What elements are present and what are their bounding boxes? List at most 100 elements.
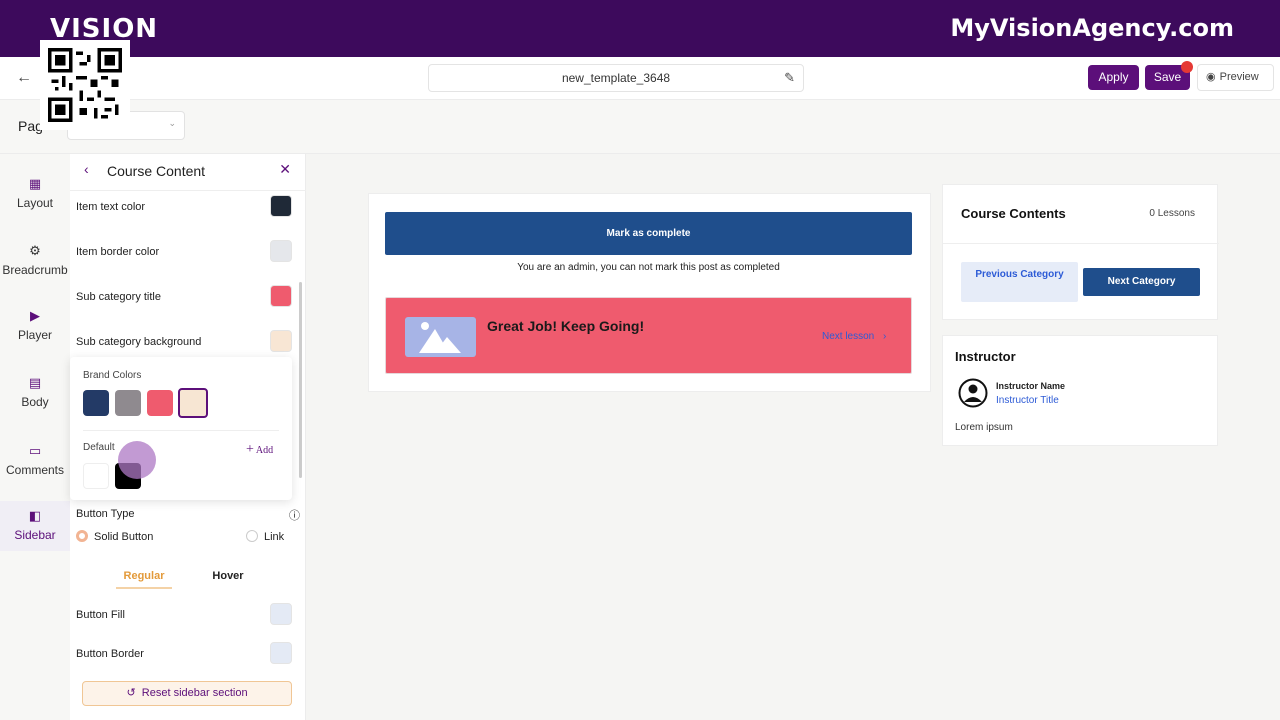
add-color-button[interactable]: + Add: [246, 442, 273, 458]
qr-code-icon: [40, 40, 130, 130]
template-name-text: new_template_3648: [561, 71, 671, 85]
nav-label: Sidebar: [14, 528, 56, 542]
setting-label: Sub category background: [76, 336, 202, 348]
color-swatch[interactable]: [270, 330, 292, 352]
color-swatch[interactable]: [270, 285, 292, 307]
lesson-count: 0 Lessons: [1149, 208, 1195, 219]
preview-button[interactable]: ◉ Preview: [1197, 64, 1274, 91]
divider: [943, 243, 1219, 244]
user-avatar-icon: [958, 378, 988, 408]
document-icon: ▤: [28, 375, 42, 390]
comment-icon: ▭: [28, 443, 42, 458]
reset-label: Reset sidebar section: [141, 687, 248, 699]
color-picker-popover: Brand Colors Default + Add: [70, 357, 292, 500]
setting-row: Item border color: [76, 240, 292, 262]
setting-label: Sub category title: [76, 291, 161, 303]
nav-item-breadcrumb[interactable]: ⚙ Breadcrumb: [0, 243, 70, 277]
default-swatch[interactable]: [83, 463, 109, 489]
info-icon[interactable]: ⓘ: [289, 507, 300, 523]
instructor-role[interactable]: Instructor Title: [996, 395, 1059, 406]
page-row: Pag ⌄: [0, 100, 1280, 154]
setting-label: Button Fill: [76, 609, 125, 621]
instructor-card: Instructor Instructor Name Instructor Ti…: [942, 335, 1218, 446]
setting-row: Sub category background: [76, 330, 292, 352]
radio-label: Solid Button: [94, 531, 154, 543]
nav-label: Breadcrumb: [2, 263, 68, 277]
layout-icon: ▦: [28, 176, 42, 191]
brand-swatch[interactable]: [83, 390, 109, 416]
color-swatch[interactable]: [270, 603, 292, 625]
setting-label: Button Border: [76, 648, 144, 660]
next-lesson-label: Next lesson: [822, 331, 875, 342]
color-swatch[interactable]: [270, 642, 292, 664]
plus-icon: +: [246, 442, 254, 457]
panel-title: Course Content: [107, 163, 206, 179]
brand-swatch[interactable]: [147, 390, 173, 416]
chevron-down-icon: ⌄: [168, 118, 176, 128]
radio-label: Link: [264, 531, 285, 543]
nav-item-layout[interactable]: ▦ Layout: [0, 176, 70, 210]
setting-row: Button Fill: [76, 603, 292, 625]
recording-dot: [1181, 61, 1193, 73]
next-lesson-link[interactable]: Next lesson ›: [822, 331, 886, 342]
apply-button[interactable]: Apply: [1088, 65, 1139, 90]
brand-site-name: MyVisionAgency.com: [950, 14, 1234, 42]
nav-item-comments[interactable]: ▭ Comments: [0, 443, 70, 477]
chevron-left-icon[interactable]: ‹: [84, 161, 89, 177]
button-type-options: Solid Button Link: [76, 530, 292, 543]
instructor-name: Instructor Name: [996, 381, 1066, 391]
banner-title: Great Job! Keep Going!: [487, 318, 645, 334]
nav-label: Player: [17, 328, 52, 342]
instructor-title: Instructor: [955, 349, 1016, 364]
course-contents-card: Course Contents 0 Lessons Previous Categ…: [942, 184, 1219, 320]
add-label: Add: [255, 445, 274, 456]
divider: [70, 190, 306, 191]
reset-icon: ↺: [126, 687, 136, 699]
setting-row: Button Border: [76, 642, 292, 664]
video-icon: ▶: [30, 308, 40, 323]
left-nav: ▦ Layout ⚙ Breadcrumb ▶ Player ▤ Body ▭ …: [0, 154, 70, 720]
color-swatch[interactable]: [270, 195, 292, 217]
nav-item-player[interactable]: ▶ Player: [0, 308, 70, 342]
back-arrow-icon[interactable]: ←: [14, 67, 34, 89]
tab-regular[interactable]: Regular: [116, 570, 172, 589]
radio-solid[interactable]: Solid Button: [76, 530, 154, 543]
mark-complete-button[interactable]: Mark as complete: [385, 212, 912, 255]
brand-bar: VISION MyVisionAgency.com: [0, 0, 1280, 57]
brand-swatch[interactable]: [115, 390, 141, 416]
brand-colors-label: Brand Colors: [83, 370, 142, 381]
button-type-label: Button Type: [76, 508, 135, 520]
default-colors-label: Default: [83, 442, 115, 453]
progress-banner: Great Job! Keep Going! Next lesson ›: [385, 297, 912, 374]
reset-sidebar-button[interactable]: ↺ Reset sidebar section: [82, 681, 292, 706]
brand-swatch-selected[interactable]: [178, 388, 208, 418]
setting-row: Sub category title: [76, 285, 292, 307]
sidebar-icon: ◧: [28, 508, 42, 523]
template-name-field[interactable]: new_template_3648 ✎: [428, 64, 804, 92]
next-category-button[interactable]: Next Category: [1083, 268, 1200, 296]
close-icon[interactable]: ✕: [279, 161, 291, 178]
setting-label: Item text color: [76, 201, 146, 213]
nav-label: Comments: [5, 463, 64, 477]
panel-scrollbar[interactable]: [299, 282, 302, 478]
color-swatch[interactable]: [270, 240, 292, 262]
course-contents-title: Course Contents: [961, 206, 1066, 221]
click-indicator: [118, 441, 156, 479]
state-tabs: Regular Hover: [76, 570, 292, 594]
divider: [83, 430, 279, 431]
admin-note: You are an admin, you can not mark this …: [517, 262, 780, 273]
setting-row: Item text color: [76, 195, 292, 217]
nav-item-body[interactable]: ▤ Body: [0, 375, 70, 409]
editor-header: ← new_template_3648 ✎ Apply Save ◉ Previe…: [0, 57, 1280, 100]
eye-icon: ◉: [1206, 71, 1216, 83]
breadcrumb-icon: ⚙: [29, 243, 41, 258]
radio-link[interactable]: Link: [246, 530, 284, 543]
nav-item-sidebar[interactable]: ◧ Sidebar: [0, 501, 70, 551]
radio-icon: [246, 530, 258, 542]
previous-category-button[interactable]: Previous Category: [961, 262, 1078, 302]
preview-label: Preview: [1219, 71, 1259, 83]
pencil-icon[interactable]: ✎: [784, 65, 795, 91]
tab-hover[interactable]: Hover: [202, 570, 254, 582]
nav-label: Body: [21, 395, 49, 409]
image-placeholder-icon: [405, 317, 476, 357]
